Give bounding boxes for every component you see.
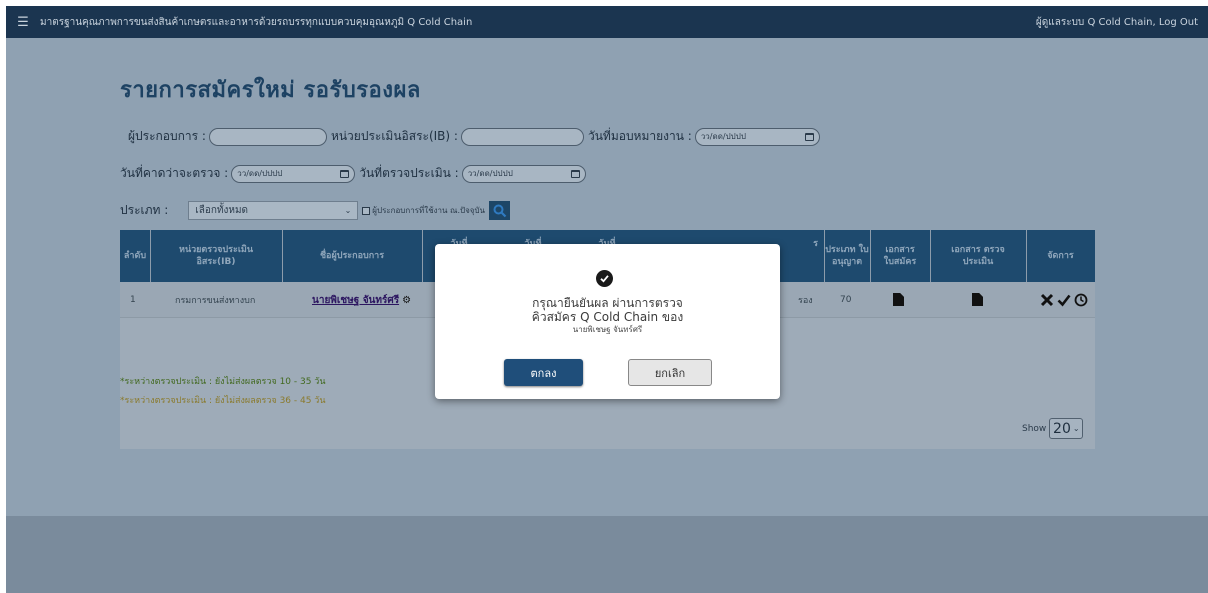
calendar-icon[interactable]: [804, 132, 814, 141]
ib-input[interactable]: [460, 127, 584, 146]
assign-date-placeholder: วว/ดด/ปปปป: [700, 132, 746, 141]
expected-date-input[interactable]: วว/ดด/ปปปป: [231, 164, 356, 183]
expected-date-label: วันที่คาดว่าจะตรวจ :: [120, 166, 229, 180]
type-select[interactable]: เลือกทั้งหมด ⌄: [188, 201, 359, 220]
cell-no: 1: [130, 295, 136, 305]
filter-row-1: ผู้ประกอบการ : หน่วยประเมินอิสระ(IB) : ว…: [128, 127, 824, 146]
row-actions: [1040, 282, 1088, 318]
search-icon: [493, 204, 506, 217]
cell-ib: กรมการขนส่งทางบก: [175, 296, 256, 306]
filter-row-2: วันที่คาดว่าจะตรวจ : วว/ดด/ปปปป วันที่ตร…: [120, 164, 590, 183]
assign-date-label: วันที่มอบหมายงาน :: [587, 129, 692, 143]
active-operator-filter[interactable]: ผู้ประกอบการที่ใช้งาน ณ.ปัจจุบัน: [362, 204, 485, 217]
ib-label: หน่วยประเมินอิสระ(IB) :: [330, 129, 458, 143]
ok-button[interactable]: ตกลง: [504, 359, 583, 386]
assign-date-input[interactable]: วว/ดด/ปปปป: [694, 127, 820, 146]
app-window: ☰ มาตรฐานคุณภาพการขนส่งสินค้าเกษตรและอาห…: [6, 6, 1208, 593]
active-operator-label: ผู้ประกอบการที่ใช้งาน ณ.ปัจจุบัน: [372, 206, 485, 215]
audit-date-placeholder: วว/ดด/ปปปป: [467, 169, 513, 178]
page-size-control: Show 20 ⌄: [1022, 418, 1084, 439]
show-label: Show: [1022, 423, 1047, 434]
dialog-operator-name: นายพิเชษฐ จันทร์ศรี: [572, 325, 643, 334]
cell-operator: นายพิเชษฐ จันทร์ศรี ⚙: [312, 282, 411, 318]
audit-date-input[interactable]: วว/ดด/ปปปป: [461, 164, 586, 183]
clock-icon[interactable]: [1074, 293, 1088, 307]
check-circle-icon: [596, 270, 613, 287]
footer: [6, 516, 1208, 593]
search-button[interactable]: [489, 201, 510, 220]
cancel-button[interactable]: ยกเลิก: [628, 359, 712, 386]
app-title: มาตรฐานคุณภาพการขนส่งสินค้าเกษตรและอาหาร…: [40, 16, 473, 28]
reject-x-icon[interactable]: [1040, 293, 1054, 307]
note-yellow-legend: *ระหว่างตรวจประเมิน : ยังไม่ส่งผลตรวจ 36…: [120, 396, 326, 406]
col-header-manage: จัดการ: [1047, 251, 1074, 261]
col-header-license-type: ประเภท ใบ อนุญาต: [825, 245, 869, 267]
col-header-audit-doc: เอกสาร ตรวจประเมิน: [951, 245, 1005, 267]
cell-license-type: 70: [840, 295, 852, 305]
page-size-value: 20: [1053, 420, 1071, 437]
type-label: ประเภท :: [120, 203, 169, 217]
page-size-select[interactable]: 20 ⌄: [1049, 418, 1084, 439]
cell-status: รอง: [798, 296, 813, 306]
user-logout-link[interactable]: ผู้ดูแลระบบ Q Cold Chain, Log Out: [1036, 15, 1208, 30]
col-header-application-doc: เอกสาร ใบสมัคร: [883, 245, 917, 267]
operator-input[interactable]: [208, 127, 327, 146]
page-title: รายการสมัครใหม่ รอรับรองผล: [120, 78, 421, 103]
col-header-ib: หน่วยตรวจประเมิน อิสระ(IB): [179, 245, 253, 267]
col-header-no: ลำดับ: [123, 251, 147, 261]
audit-date-label: วันที่ตรวจประเมิน :: [359, 166, 459, 180]
approve-check-icon[interactable]: [1057, 293, 1071, 307]
operator-label: ผู้ประกอบการ :: [128, 129, 206, 143]
note-green-legend: *ระหว่างตรวจประเมิน : ยังไม่ส่งผลตรวจ 10…: [120, 377, 326, 387]
col-header-operator: ชื่อผู้ประกอบการ: [319, 251, 385, 261]
calendar-icon[interactable]: [340, 169, 350, 178]
expected-date-placeholder: วว/ดด/ปปปป: [237, 169, 283, 178]
calendar-icon[interactable]: [570, 169, 580, 178]
gear-icon[interactable]: ⚙: [402, 295, 411, 306]
type-selected-value: เลือกทั้งหมด: [195, 205, 249, 216]
chevron-down-icon: ⌄: [1072, 424, 1080, 433]
confirm-dialog: กรุณายืนยันผล ผ่านการตรวจ คิวสมัคร Q Col…: [435, 244, 780, 399]
operator-name-link[interactable]: นายพิเชษฐ จันทร์ศรี: [312, 293, 399, 308]
top-navbar: ☰ มาตรฐานคุณภาพการขนส่งสินค้าเกษตรและอาห…: [6, 6, 1208, 38]
hamburger-menu-icon[interactable]: ☰: [6, 15, 40, 30]
chevron-down-icon: ⌄: [344, 206, 352, 215]
active-operator-checkbox[interactable]: [362, 206, 371, 215]
filter-row-3: ประเภท : เลือกทั้งหมด ⌄ ผู้ประกอบการที่ใ…: [120, 201, 510, 220]
